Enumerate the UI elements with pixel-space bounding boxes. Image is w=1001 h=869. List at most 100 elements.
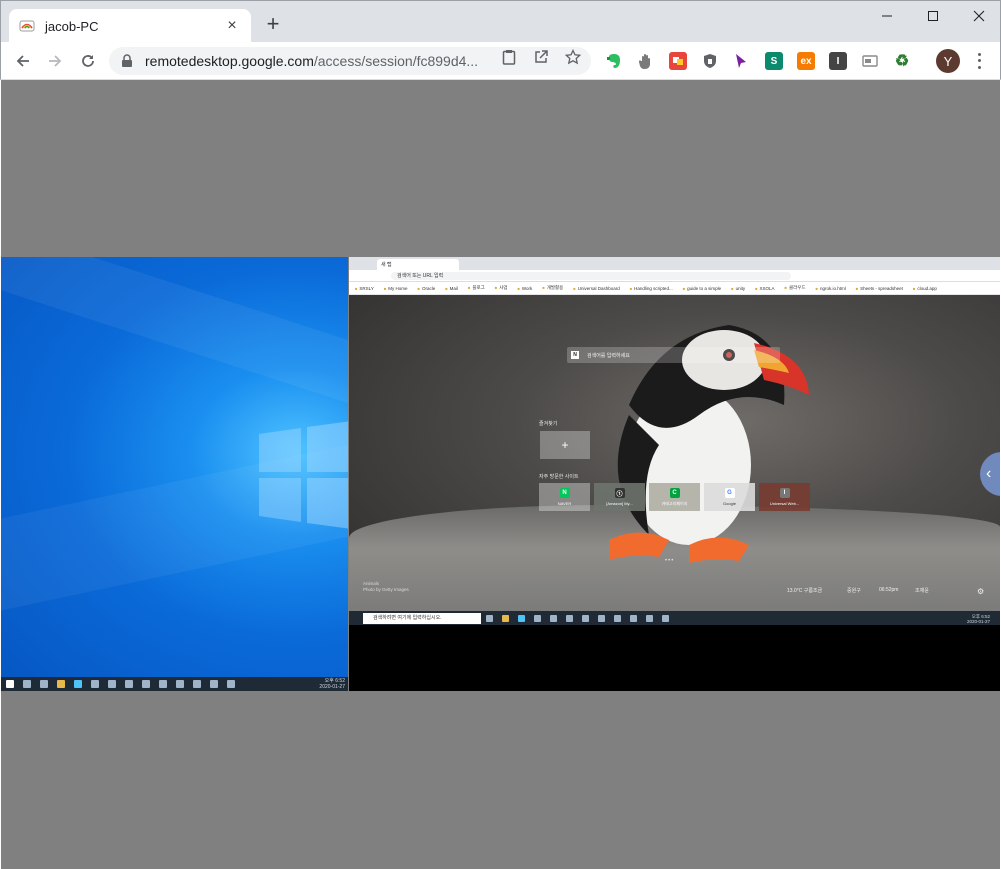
hand-icon[interactable] <box>637 52 655 70</box>
bookmark-item[interactable]: My Home <box>384 286 407 291</box>
open-external-icon[interactable] <box>532 48 550 66</box>
new-tab-button[interactable]: + <box>261 13 285 37</box>
carousel-dots[interactable]: ••• <box>665 558 674 564</box>
more-menu-icon[interactable] <box>971 51 987 71</box>
bookmark-item[interactable]: XSOLA <box>755 286 775 291</box>
s-extension-icon[interactable]: S <box>765 52 783 70</box>
bookmark-item[interactable]: SRSLY <box>355 286 373 291</box>
ntp-clock: 06:52pm <box>879 587 899 593</box>
app-icon[interactable] <box>517 614 525 622</box>
add-shortcut-tile[interactable]: + <box>540 431 590 459</box>
maximize-button[interactable] <box>910 1 956 31</box>
shield-icon[interactable] <box>701 52 719 70</box>
bookmark-item[interactable]: Work <box>517 286 532 291</box>
taskbar-search-input[interactable]: 검색하려면 여기에 입력하십시오. <box>363 612 481 624</box>
tab-close-icon[interactable]: × <box>223 17 241 35</box>
app-icon[interactable] <box>175 680 184 688</box>
settings-gear-icon[interactable]: ⚙ <box>977 587 984 596</box>
app-icon[interactable] <box>158 680 167 688</box>
bookmark-item[interactable]: 사업 <box>495 285 507 291</box>
back-button[interactable] <box>10 49 36 73</box>
left-taskbar: 오후 6:52 2020-01-27 <box>1 677 348 691</box>
bookmark-item[interactable]: unity <box>731 286 746 291</box>
bookmark-item[interactable]: cloud.app <box>913 286 937 291</box>
reload-button[interactable] <box>75 49 101 73</box>
minimize-icon <box>882 15 892 17</box>
start-icon[interactable] <box>5 680 14 688</box>
app-icon[interactable] <box>124 680 133 688</box>
address-bar[interactable]: remotedesktop.google.com/access/session/… <box>109 47 591 75</box>
shortcut-tile[interactable]: N NAVER <box>539 483 590 511</box>
bookmark-item[interactable]: 개발활용 <box>542 285 564 291</box>
right-taskbar: 검색하려면 여기에 입력하십시오. <box>349 611 1000 625</box>
task-view-icon[interactable] <box>39 680 48 688</box>
app-icon[interactable] <box>629 614 637 622</box>
shortcut-tile[interactable]: ⓣ [Amazon] My... <box>594 483 645 511</box>
app-icon[interactable] <box>597 614 605 622</box>
search-icon[interactable] <box>22 680 31 688</box>
app-icon[interactable] <box>192 680 201 688</box>
tile-label: [Amazon] My... <box>606 501 633 506</box>
remote-tab[interactable]: 새 탭 <box>377 259 459 270</box>
app-icon[interactable] <box>549 614 557 622</box>
reload-icon <box>82 55 94 67</box>
user-label[interactable]: 조재윤 <box>915 587 929 594</box>
app-icon[interactable] <box>226 680 235 688</box>
ex-extension-icon[interactable]: ex <box>797 52 815 70</box>
right-monitor-desktop[interactable]: 새 탭 검색어 또는 URL 입력 SRSLY My Home Oracle M… <box>349 257 1000 691</box>
app-icon[interactable] <box>533 614 541 622</box>
left-monitor-desktop[interactable]: 오후 6:52 2020-01-27 <box>1 257 348 691</box>
app-icon[interactable] <box>73 680 82 688</box>
minimize-button[interactable] <box>864 1 910 31</box>
tile-label: 카테고리페이지 <box>661 500 688 506</box>
instapaper-icon[interactable]: I <box>829 52 847 70</box>
bookmark-star-icon[interactable] <box>564 48 582 66</box>
app-icon[interactable] <box>209 680 218 688</box>
remote-search-box[interactable]: N 검색어를 입력하세요 <box>567 347 780 363</box>
recycle-icon[interactable]: ♻ <box>893 52 911 70</box>
app-icon[interactable] <box>581 614 589 622</box>
bookmark-item[interactable]: ngrok.io.html <box>816 286 846 291</box>
bookmark-item[interactable]: Sheets - spreadsheet <box>856 286 903 291</box>
close-window-button[interactable] <box>956 1 1001 31</box>
bookmark-item[interactable]: Universal Dashboard <box>573 286 620 291</box>
bookmark-item[interactable]: Handling scripted... <box>630 286 673 291</box>
app-icon[interactable] <box>107 680 116 688</box>
shortcut-tile[interactable]: C 카테고리페이지 <box>649 483 700 511</box>
bookmark-item[interactable]: Mail <box>445 286 458 291</box>
site-icon: I <box>779 488 790 498</box>
tab-jacob-pc[interactable]: jacob-PC × <box>9 9 251 43</box>
file-explorer-icon[interactable] <box>501 614 509 622</box>
weather-widget[interactable]: 13.0°C 구름조금 <box>787 587 822 594</box>
file-explorer-icon[interactable] <box>56 680 65 688</box>
app-icon[interactable] <box>565 614 573 622</box>
task-view-icon[interactable] <box>485 614 493 622</box>
bookmark-item[interactable]: 클라우드 <box>785 285 806 291</box>
back-arrow-icon <box>16 55 29 67</box>
profile-avatar[interactable]: Y <box>936 49 960 73</box>
clipboard-icon[interactable] <box>500 48 518 66</box>
right-clock[interactable]: 오후 6:52 2020-01-27 <box>967 614 990 624</box>
app-icon[interactable] <box>141 680 150 688</box>
site-icon: ⓣ <box>614 488 625 498</box>
cursor-icon[interactable] <box>732 52 750 70</box>
app-icon[interactable] <box>645 614 653 622</box>
app-icon[interactable] <box>90 680 99 688</box>
bookmark-item[interactable]: guide to a simple <box>683 286 721 291</box>
location-label: 중원구 <box>847 588 861 594</box>
app-icon[interactable] <box>613 614 621 622</box>
left-clock[interactable]: 오후 6:52 2020-01-27 <box>319 678 345 690</box>
shortcut-tile[interactable]: G Google <box>704 483 755 511</box>
card-icon[interactable] <box>861 52 879 70</box>
evernote-icon[interactable] <box>605 52 623 70</box>
shortcut-tile[interactable]: I Universal Web... <box>759 483 810 511</box>
tile-label: NAVER <box>557 501 572 506</box>
remote-session-viewport[interactable]: 오후 6:52 2020-01-27 새 탭 검색어 또는 URL 입력 SRS… <box>1 80 1000 869</box>
stack-icon[interactable] <box>669 52 687 70</box>
tab-strip: jacob-PC × + <box>0 0 1001 43</box>
bookmark-item[interactable]: 블로그 <box>468 285 484 291</box>
remote-address-bar[interactable]: 검색어 또는 URL 입력 <box>391 272 791 280</box>
app-icon[interactable] <box>661 614 669 622</box>
forward-button[interactable] <box>42 49 68 73</box>
bookmark-item[interactable]: Oracle <box>418 286 435 291</box>
